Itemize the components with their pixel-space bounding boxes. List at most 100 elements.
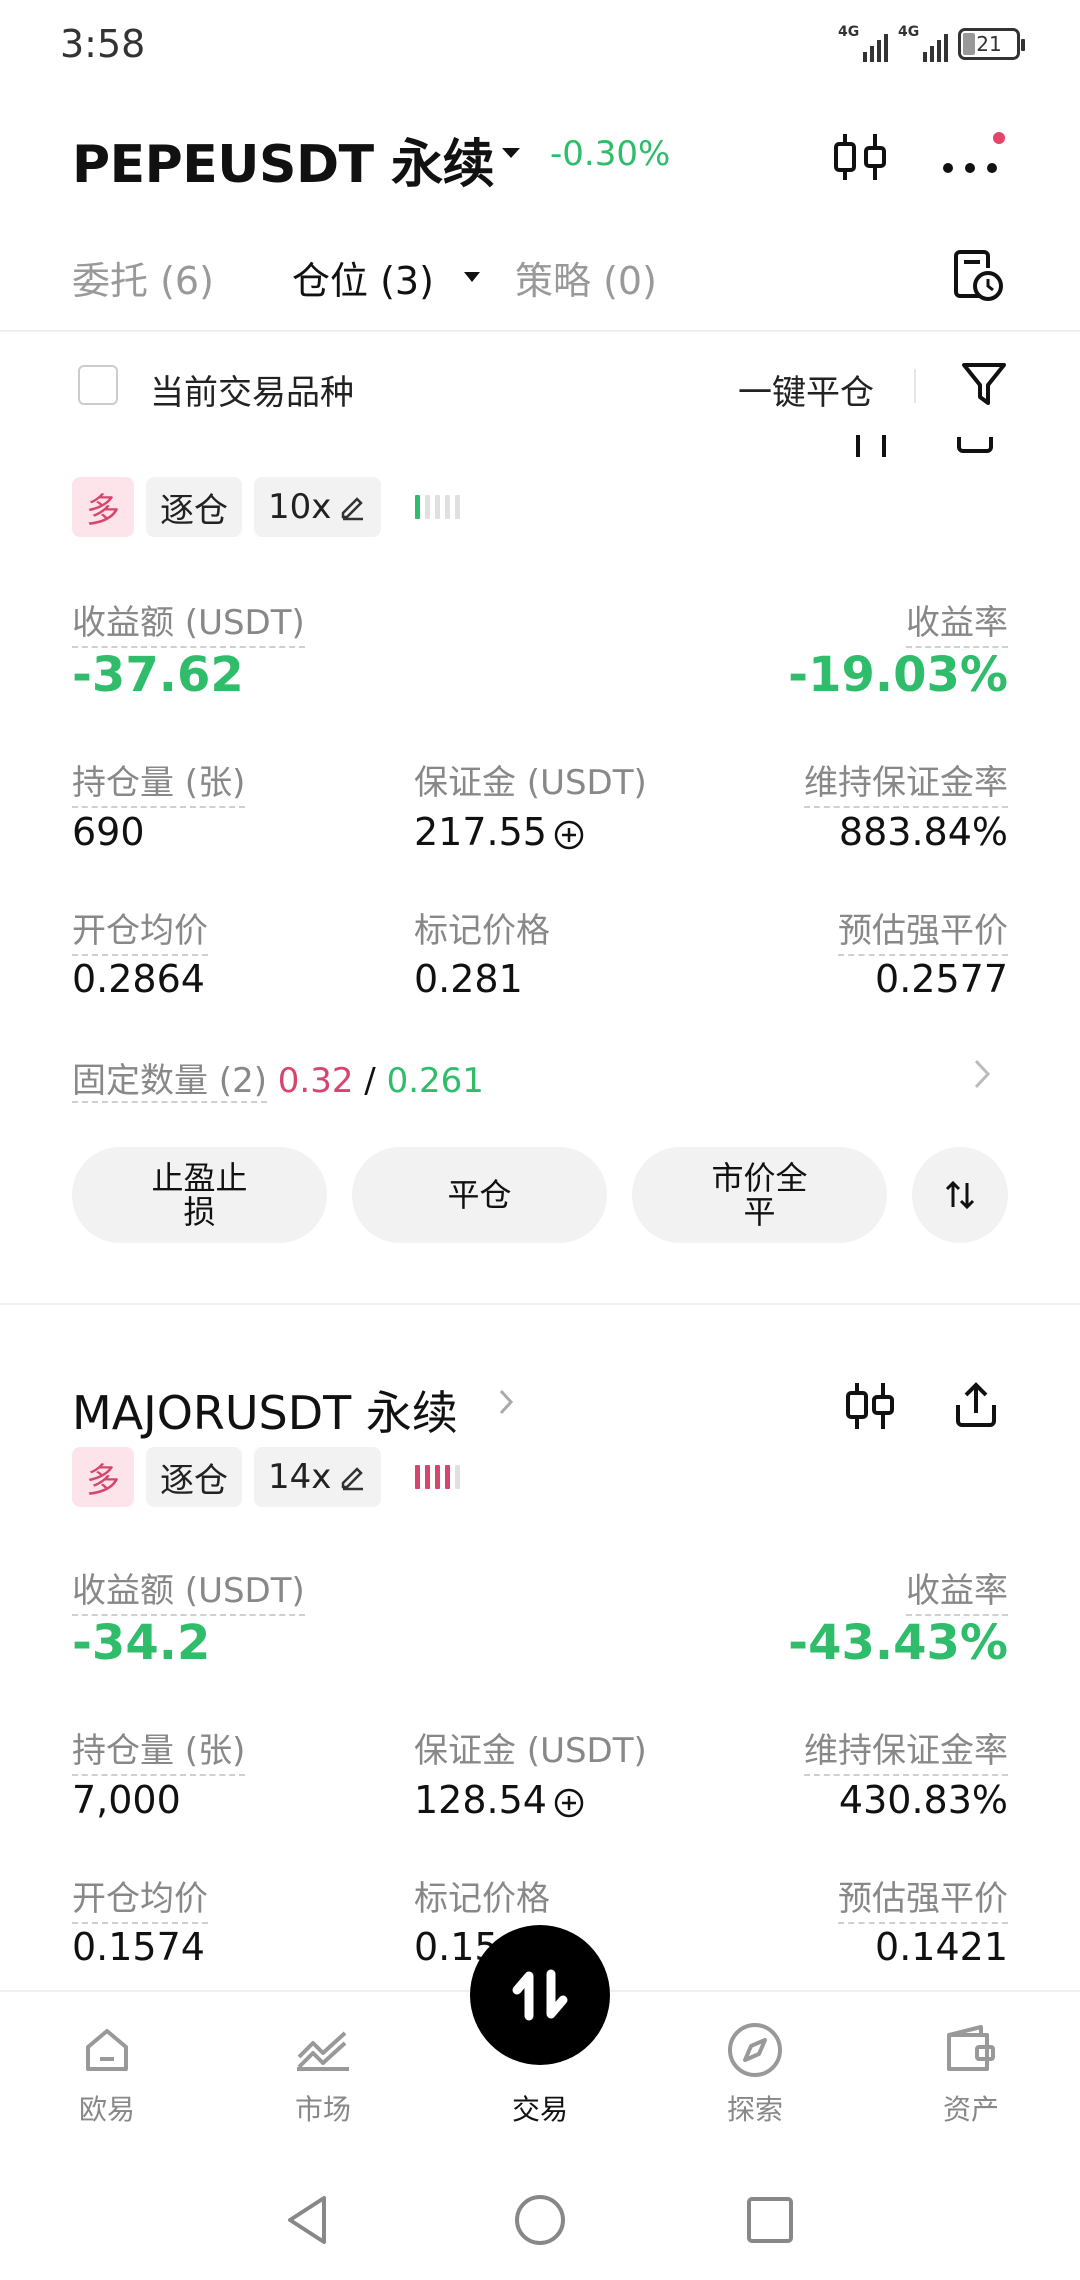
home-button-icon[interactable] — [512, 2192, 568, 2248]
margin-label: 保证金 (USDT) — [414, 763, 647, 803]
add-margin-icon[interactable] — [553, 819, 585, 851]
position-badges: 多 逐仓 14x — [72, 1447, 382, 1507]
mark-price-label: 标记价格 — [414, 1879, 550, 1919]
leverage-value: 10x — [268, 487, 332, 527]
liq-price-label: 预估强平价 — [838, 903, 1008, 956]
status-bar: 3:58 4G 4G 21 — [0, 0, 1080, 90]
nav-assets-label: 资产 — [942, 2093, 999, 2126]
caret-down-icon[interactable] — [500, 146, 522, 160]
leverage-badge[interactable]: 10x — [254, 477, 382, 537]
margin-value: 128.54 — [414, 1778, 547, 1822]
signal-icon-2: 4G — [898, 24, 948, 62]
order-history-icon[interactable] — [950, 248, 1006, 304]
mmr-label: 维持保证金率 — [804, 755, 1008, 808]
market-close-all-button[interactable]: 市价全平 — [632, 1147, 887, 1243]
position-actions: 止盈止损 平仓 市价全平 — [72, 1147, 1008, 1243]
network-type-2: 4G — [898, 24, 920, 40]
swap-vertical-icon — [945, 1180, 975, 1210]
mark-price-value: 0.281 — [414, 957, 523, 1001]
close-all-button[interactable]: 一键平仓 — [738, 365, 874, 414]
margin-value: 217.55 — [414, 810, 547, 854]
wallet-icon — [947, 2025, 995, 2071]
tab-positions[interactable]: 仓位 (3) — [292, 250, 434, 305]
avg-price-value: 0.1574 — [72, 1925, 205, 1969]
avg-price-label: 开仓均价 — [72, 1871, 208, 1924]
margin-label: 保证金 (USDT) — [414, 1731, 647, 1771]
nav-explore[interactable]: 探索 — [680, 2020, 830, 2128]
status-time: 3:58 — [60, 22, 146, 66]
edit-icon[interactable] — [339, 493, 367, 521]
pnl-value: -37.62 — [72, 647, 244, 703]
margin-value-group: 217.55 — [414, 810, 585, 854]
current-symbol-checkbox[interactable] — [78, 365, 118, 405]
reverse-position-button[interactable] — [912, 1147, 1008, 1243]
pnl-rate-label: 收益率 — [906, 1563, 1008, 1616]
add-margin-icon[interactable] — [553, 1787, 585, 1819]
trade-icon — [512, 1969, 568, 2021]
pnl-rate-label: 收益率 — [906, 595, 1008, 648]
nav-explore-label: 探索 — [726, 2093, 783, 2126]
close-position-button[interactable]: 平仓 — [352, 1147, 607, 1243]
back-icon[interactable] — [282, 2192, 332, 2248]
nav-assets[interactable]: 资产 — [896, 2020, 1046, 2128]
size-label: 持仓量 (张) — [72, 1723, 246, 1776]
stop-loss-price: 0.261 — [386, 1061, 484, 1101]
liq-price-value: 0.2577 — [875, 957, 1008, 1001]
share-icon[interactable] — [955, 435, 995, 457]
network-type-1: 4G — [838, 24, 860, 40]
home-icon — [86, 2029, 128, 2071]
system-nav-bar — [0, 2160, 1080, 2280]
side-badge: 多 — [72, 477, 134, 537]
position-title[interactable]: MAJORUSDT 永续 — [72, 1377, 458, 1443]
pnl-label: 收益额 (USDT) — [72, 595, 305, 648]
caret-down-icon[interactable] — [462, 270, 482, 284]
risk-level-indicator — [415, 1465, 460, 1489]
share-icon[interactable] — [952, 1381, 1000, 1431]
margin-mode-badge: 逐仓 — [146, 477, 242, 537]
liq-price-label: 预估强平价 — [838, 1871, 1008, 1924]
position-card: USDT 永续 多 逐仓 10x 收益额 (USDT) 收益率 -37.62 -… — [0, 435, 1080, 1300]
candlestick-chart-icon[interactable] — [830, 130, 890, 184]
nav-home[interactable]: 欧易 — [32, 2020, 182, 2128]
symbol-title[interactable]: PEPEUSDT 永续 — [72, 122, 495, 197]
mmr-value: 430.83% — [838, 1778, 1008, 1822]
nav-market[interactable]: 市场 — [248, 2020, 398, 2128]
current-symbol-label: 当前交易品种 — [150, 373, 354, 413]
candlestick-chart-icon[interactable] — [846, 435, 896, 461]
recents-icon[interactable] — [744, 2194, 796, 2246]
filter-row: 当前交易品种 一键平仓 — [0, 345, 1080, 435]
more-icon[interactable] — [940, 122, 1010, 182]
chevron-right-icon[interactable] — [970, 1057, 994, 1091]
compass-icon — [728, 2023, 782, 2077]
mmr-label: 维持保证金率 — [804, 1723, 1008, 1776]
chart-icon — [297, 2031, 349, 2071]
position-title[interactable]: USDT 永续 — [72, 435, 305, 443]
positions-list[interactable]: USDT 永续 多 逐仓 10x 收益额 (USDT) 收益率 -37.62 -… — [0, 435, 1080, 1990]
margin-value-group: 128.54 — [414, 1778, 585, 1822]
chevron-right-icon[interactable] — [496, 1387, 516, 1417]
price-change: -0.30% — [550, 134, 671, 174]
candlestick-chart-icon[interactable] — [843, 1381, 897, 1431]
tab-strategies[interactable]: 策略 (0) — [515, 250, 657, 305]
mark-price-label: 标记价格 — [414, 911, 550, 951]
leverage-badge[interactable]: 14x — [254, 1447, 382, 1507]
tpsl-row[interactable]: 固定数量 (2) 0.32 / 0.261 — [72, 1053, 484, 1103]
header: PEPEUSDT 永续 -0.30% — [0, 110, 1080, 200]
pnl-value: -34.2 — [72, 1615, 211, 1671]
avg-price-value: 0.2864 — [72, 957, 205, 1001]
risk-level-indicator — [415, 495, 460, 519]
avg-price-label: 开仓均价 — [72, 903, 208, 956]
filter-icon[interactable] — [960, 359, 1008, 409]
trade-button[interactable] — [470, 1925, 610, 2065]
tab-orders[interactable]: 委托 (6) — [72, 250, 214, 305]
nav-home-label: 欧易 — [78, 2093, 135, 2126]
edit-icon[interactable] — [339, 1463, 367, 1491]
nav-market-label: 市场 — [294, 2093, 351, 2126]
leverage-value: 14x — [268, 1457, 332, 1497]
mmr-value: 883.84% — [838, 810, 1008, 854]
size-value: 690 — [72, 810, 145, 854]
tpsl-button[interactable]: 止盈止损 — [72, 1147, 327, 1243]
tpsl-label: 固定数量 (2) — [72, 1061, 267, 1103]
position-card: MAJORUSDT 永续 多 逐仓 14x 收益额 (USDT) 收益率 -34… — [0, 1305, 1080, 1990]
take-profit-price: 0.32 — [277, 1061, 354, 1101]
